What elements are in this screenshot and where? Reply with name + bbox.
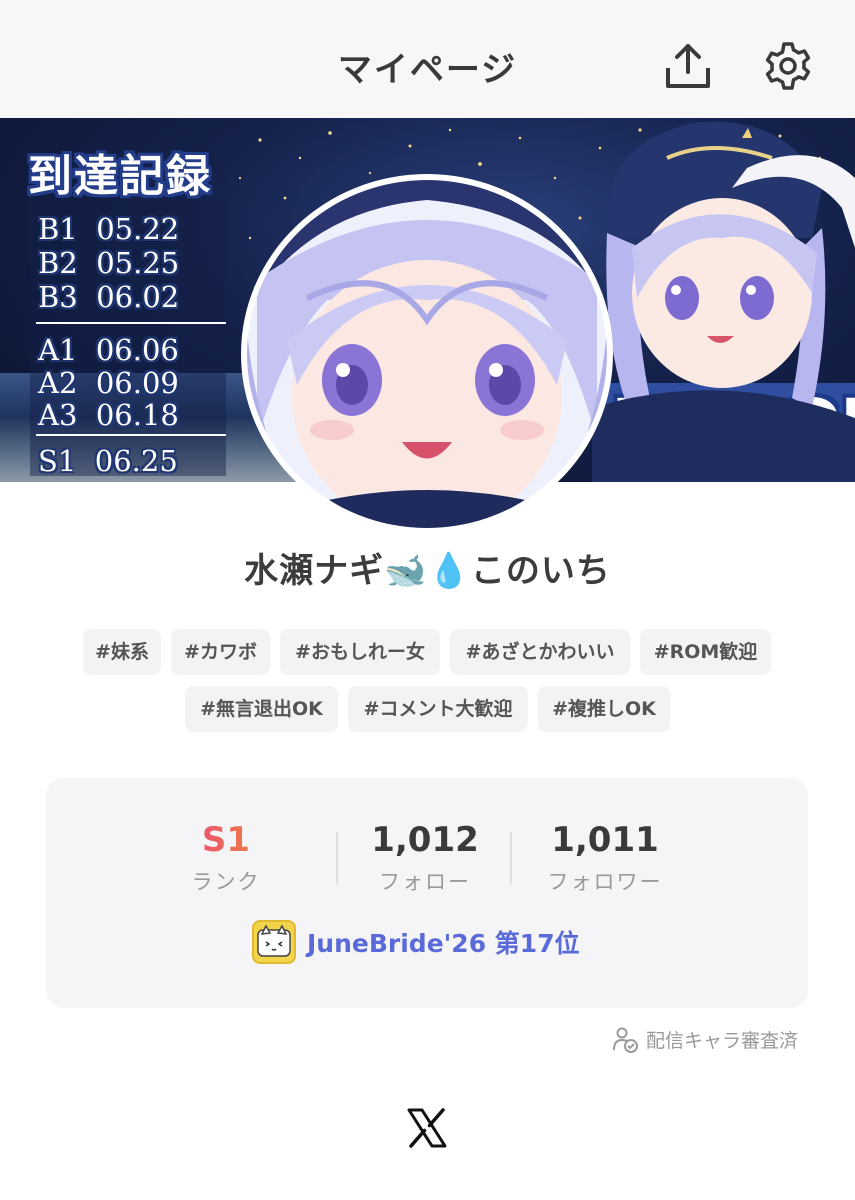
avatar-illustration (247, 180, 607, 528)
followers-stat[interactable]: 1,011 フォロワー (536, 820, 674, 896)
record-b1: B1 05.22 (38, 212, 180, 246)
top-bar: マイページ (0, 0, 855, 118)
tag-chip[interactable]: #複推しOK (538, 686, 670, 732)
record-panel: 到達記録 B1 05.22 B2 05.25 B3 06.02 A1 06.06… (22, 128, 234, 478)
record-b3: B3 06.02 (38, 280, 180, 314)
record-divider (36, 434, 226, 436)
verified-text: 配信キャラ審査済 (646, 1030, 799, 1052)
record-divider (36, 322, 226, 324)
follow-label: フォロー (379, 870, 471, 894)
rank-value: S1 (176, 820, 276, 860)
page-title: マイページ (337, 50, 518, 90)
follow-count: 1,012 (371, 820, 479, 860)
gear-icon[interactable] (762, 40, 814, 92)
tag-chip[interactable]: #あざとかわいい (450, 629, 630, 675)
rank-label: ランク (191, 870, 261, 894)
share-upload-icon[interactable] (662, 40, 714, 92)
verified-user-icon (613, 1027, 638, 1053)
tag-chip[interactable]: #妹系 (83, 629, 161, 675)
tag-chip[interactable]: #ROM歓迎 (640, 629, 771, 675)
tag-chip[interactable]: #コメント大歓迎 (348, 686, 528, 732)
character-illustration (592, 121, 855, 482)
avatar[interactable] (247, 180, 607, 528)
record-a2: A2 06.09 (38, 366, 179, 400)
record-b2: B2 05.25 (38, 246, 180, 280)
follow-stat[interactable]: 1,012 フォロー (356, 820, 494, 896)
record-a3: A3 06.18 (38, 398, 179, 432)
cat-event-icon (252, 920, 296, 964)
tag-chip[interactable]: #おもしれー女 (280, 629, 440, 675)
tag-chip[interactable]: #カワボ (171, 629, 270, 675)
tag-chip[interactable]: #無言退出OK (185, 686, 338, 732)
followers-count: 1,011 (551, 820, 659, 860)
rank-stat[interactable]: S1 ランク (176, 820, 276, 896)
event-ranking-text: JuneBride'26 第17位 (307, 929, 580, 958)
record-title: 到達記録 (28, 151, 212, 202)
divider (336, 832, 338, 884)
divider (510, 832, 512, 884)
stats-card: S1 ランク 1,012 フォロー 1,011 フォロワー JuneBride'… (46, 778, 808, 1008)
followers-label: フォロワー (547, 870, 663, 894)
record-s1: S1 06.25 (38, 444, 178, 478)
record-a1: A1 06.06 (38, 333, 179, 367)
x-logo-icon[interactable] (405, 1106, 449, 1150)
display-name: 水瀬ナギ🐋💧このいち (244, 551, 611, 591)
